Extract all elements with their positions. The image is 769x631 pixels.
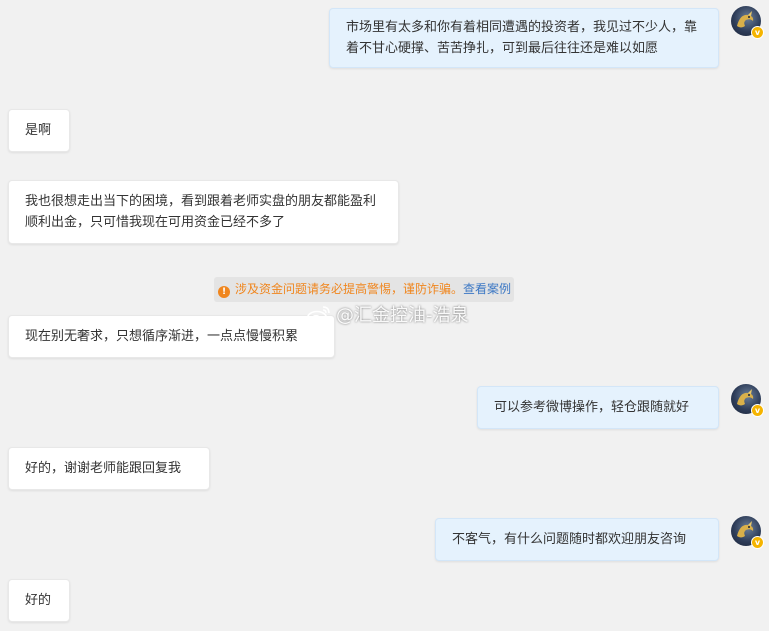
message-bubble-outgoing: 可以参考微博操作，轻仓跟随就好 <box>477 386 719 429</box>
watermark-text: @汇金控油-浩泉 <box>336 305 469 326</box>
message-text: 是啊 <box>25 123 52 138</box>
message-bubble-incoming: 我也很想走出当下的困境，看到跟着老师实盘的朋友都能盈利顺利出金，只可惜我现在可用… <box>8 180 399 244</box>
message-text: 好的 <box>25 593 52 608</box>
avatar[interactable]: v <box>731 516 764 549</box>
weibo-watermark: @汇金控油-浩泉 <box>306 303 469 329</box>
view-cases-link[interactable]: 查看案例 <box>463 282 511 296</box>
weibo-logo-icon <box>306 306 330 326</box>
message-text: 我也很想走出当下的困境，看到跟着老师实盘的朋友都能盈利顺利出金，只可惜我现在可用… <box>25 194 377 230</box>
notice-text: 涉及资金问题请务必提高警惕，谨防诈骗。 <box>235 282 464 296</box>
message-bubble-incoming: 好的 <box>8 579 70 622</box>
message-text: 可以参考微博操作，轻仓跟随就好 <box>494 400 690 415</box>
message-text: 好的，谢谢老师能跟回复我 <box>25 461 182 476</box>
message-bubble-incoming: 是啊 <box>8 109 70 152</box>
message-bubble-incoming: 好的，谢谢老师能跟回复我 <box>8 447 210 490</box>
security-notice: ! 涉及资金问题请务必提高警惕，谨防诈骗。查看案例 <box>214 277 514 302</box>
message-text: 不客气，有什么问题随时都欢迎朋友咨询 <box>452 532 687 547</box>
verified-badge-icon: v <box>751 26 764 39</box>
avatar[interactable]: v <box>731 384 764 417</box>
avatar[interactable]: v <box>731 6 764 39</box>
message-bubble-incoming: 现在别无奢求，只想循序渐进，一点点慢慢积累 <box>8 315 335 358</box>
verified-badge-icon: v <box>751 536 764 549</box>
message-text: 市场里有太多和你有着相同遭遇的投资者，我见过不少人，靠着不甘心硬撑、苦苦挣扎，可… <box>346 20 698 56</box>
verified-badge-icon: v <box>751 404 764 417</box>
message-bubble-outgoing: 不客气，有什么问题随时都欢迎朋友咨询 <box>435 518 719 561</box>
message-text: 现在别无奢求，只想循序渐进，一点点慢慢积累 <box>25 329 299 344</box>
message-bubble-outgoing: 市场里有太多和你有着相同遭遇的投资者，我见过不少人，靠着不甘心硬撑、苦苦挣扎，可… <box>329 8 719 68</box>
warning-icon: ! <box>218 286 230 298</box>
